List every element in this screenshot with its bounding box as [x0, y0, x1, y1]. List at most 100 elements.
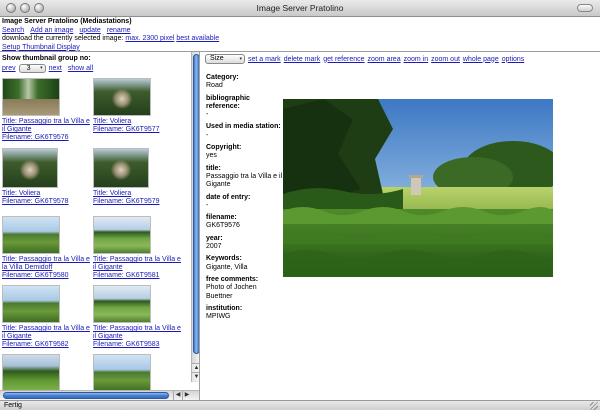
thumbnail-item[interactable]	[2, 354, 94, 394]
zoom-window-button[interactable]	[34, 3, 44, 13]
thumbnail-filename[interactable]: Filename: GK6T9583	[93, 341, 160, 348]
meta-value: 2007	[206, 243, 222, 251]
thumbnail-image[interactable]	[2, 216, 60, 254]
scroll-down-icon[interactable]: ▼	[192, 372, 199, 381]
update-link[interactable]: update	[79, 27, 100, 34]
set-mark-link[interactable]: set a mark	[248, 56, 281, 63]
thumbnail-filename[interactable]: Filename: GK6T9579	[93, 198, 160, 205]
window-title: Image Server Pratolino	[256, 3, 344, 13]
minimize-window-button[interactable]	[20, 3, 30, 13]
status-text: Fertig	[4, 402, 22, 409]
thumbnail-title[interactable]: Title: Voliera	[2, 190, 40, 197]
meta-label: Copyright:	[206, 144, 242, 152]
main-image-photo	[283, 99, 553, 277]
size-select-value: Size	[210, 55, 224, 62]
meta-value: -	[206, 131, 209, 139]
download-label: download the currently selected image:	[2, 35, 124, 43]
thumbnail-title[interactable]: Title: Passaggio tra la Villa e il Gigan…	[93, 325, 181, 340]
thumbnail-item[interactable]: Title: Voliera Filename: GK6T9579	[93, 148, 185, 206]
window-controls	[6, 3, 44, 13]
thumbnail-filename[interactable]: Filename: GK6T9576	[2, 134, 69, 141]
thumbnail-image[interactable]	[93, 78, 151, 116]
show-all-link[interactable]: show all	[68, 64, 93, 73]
download-best-link[interactable]: best available	[176, 35, 219, 42]
thumbnail-title[interactable]: Title: Voliera	[93, 190, 131, 197]
add-image-link[interactable]: Add an image	[30, 27, 73, 34]
thumbnail-image[interactable]	[93, 216, 151, 254]
next-link[interactable]: next	[49, 64, 62, 73]
whole-page-link[interactable]: whole page	[463, 56, 499, 63]
thumbnail-grid: Title: Passaggio tra la Villa e il Gigan…	[0, 78, 191, 392]
thumbnail-title[interactable]: Title: Passaggio tra la Villa e la Villa…	[2, 256, 90, 271]
thumbnail-title[interactable]: Title: Passaggio tra la Villa e il Gigan…	[93, 256, 181, 271]
header-links: Search Add an image update rename	[2, 27, 598, 36]
setup-thumbnail-link[interactable]: Setup Thumbnail Display	[2, 44, 80, 51]
thumbnail-filename[interactable]: Filename: GK6T9581	[93, 272, 160, 279]
main-image[interactable]	[283, 99, 553, 277]
meta-label: free comments:	[206, 275, 259, 283]
group-select[interactable]: 3 ▾	[18, 64, 46, 73]
window-titlebar: Image Server Pratolino	[0, 0, 600, 17]
scroll-right-icon[interactable]: ▶	[182, 391, 191, 400]
rename-link[interactable]: rename	[107, 27, 131, 34]
group-navigation: Show thumbnail group no: prev 3 ▾ next sh…	[2, 54, 192, 73]
thumbnail-title[interactable]: Title: Voliera	[93, 118, 131, 125]
get-reference-link[interactable]: get reference	[323, 56, 364, 63]
thumbnail-item[interactable]: Title: Passaggio tra la Villa e la Villa…	[2, 216, 94, 281]
delete-mark-link[interactable]: delete mark	[284, 56, 321, 63]
thumbnail-filename[interactable]: Filename: GK6T9582	[2, 341, 69, 348]
thumbnail-item[interactable]	[93, 354, 185, 394]
thumbnail-horizontal-scrollbar[interactable]: ◀ ▶	[0, 390, 199, 400]
thumbnail-item[interactable]: Title: Passaggio tra la Villa e il Gigan…	[2, 285, 94, 350]
thumbnail-item[interactable]: Title: Voliera Filename: GK6T9577	[93, 78, 185, 134]
thumbnail-image[interactable]	[93, 148, 149, 188]
thumbnail-title[interactable]: Title: Passaggio tra la Villa e il Gigan…	[2, 325, 90, 340]
thumbnail-image[interactable]	[2, 148, 58, 188]
resize-grip-icon[interactable]	[590, 402, 598, 410]
horizontal-scroll-thumb[interactable]	[3, 392, 169, 399]
thumbnail-title[interactable]: Title: Passaggio tra la Villa e il Gigan…	[2, 118, 90, 133]
scroll-left-icon[interactable]: ◀	[173, 391, 182, 400]
thumbnail-item[interactable]: Title: Passaggio tra la Villa e il Gigan…	[93, 216, 185, 281]
vertical-scroll-thumb[interactable]	[193, 54, 199, 354]
meta-label: year:	[206, 234, 223, 242]
thumbnail-filename[interactable]: Filename: GK6T9577	[93, 126, 160, 133]
close-window-button[interactable]	[6, 3, 16, 13]
group-label: Show thumbnail group no:	[2, 55, 91, 62]
zoom-in-link[interactable]: zoom in	[404, 56, 429, 63]
thumbnail-filename[interactable]: Filename: GK6T9580	[2, 272, 69, 279]
download-max-link[interactable]: max. 2300 pixel	[125, 35, 174, 42]
search-link[interactable]: Search	[2, 27, 24, 34]
thumbnail-pane: Show thumbnail group no: prev 3 ▾ next sh…	[0, 52, 200, 400]
meta-value: GK6T9576	[206, 222, 240, 230]
thumbnail-item[interactable]: Title: Voliera Filename: GK6T9578	[2, 148, 94, 206]
thumbnail-item[interactable]: Title: Passaggio tra la Villa e il Gigan…	[2, 78, 94, 143]
select-arrow-icon: ▾	[239, 56, 242, 62]
toolbar-toggle-button[interactable]	[577, 4, 593, 12]
thumbnail-image[interactable]	[2, 354, 60, 392]
thumbnail-image[interactable]	[2, 285, 60, 323]
meta-label: Used in media station:	[206, 123, 281, 131]
select-arrow-icon: ▾	[40, 65, 43, 71]
status-bar: Fertig	[0, 400, 600, 410]
scroll-up-icon[interactable]: ▲	[192, 363, 199, 372]
zoom-out-link[interactable]: zoom out	[431, 56, 460, 63]
meta-label: bibliographic reference:	[206, 94, 250, 110]
meta-label: institution:	[206, 304, 243, 312]
zoom-area-link[interactable]: zoom area	[368, 56, 401, 63]
download-row: download the currently selected image: m…	[2, 35, 598, 44]
thumbnail-image[interactable]	[2, 78, 60, 116]
thumbnail-vertical-scrollbar[interactable]: ▲ ▼	[191, 52, 199, 382]
page-header: Image Server Pratolino (Mediastations) S…	[2, 18, 598, 52]
meta-value: MPIWG	[206, 313, 231, 321]
prev-link[interactable]: prev	[2, 64, 16, 73]
meta-label: Keywords:	[206, 255, 242, 263]
size-select[interactable]: Size ▾	[205, 54, 245, 64]
meta-value: Gigante, Villa	[206, 263, 248, 271]
thumbnail-item[interactable]: Title: Passaggio tra la Villa e il Gigan…	[93, 285, 185, 350]
options-link[interactable]: options	[502, 56, 525, 63]
thumbnail-filename[interactable]: Filename: GK6T9578	[2, 198, 69, 205]
thumbnail-image[interactable]	[93, 285, 151, 323]
meta-label: date of entry:	[206, 193, 251, 201]
thumbnail-image[interactable]	[93, 354, 151, 392]
